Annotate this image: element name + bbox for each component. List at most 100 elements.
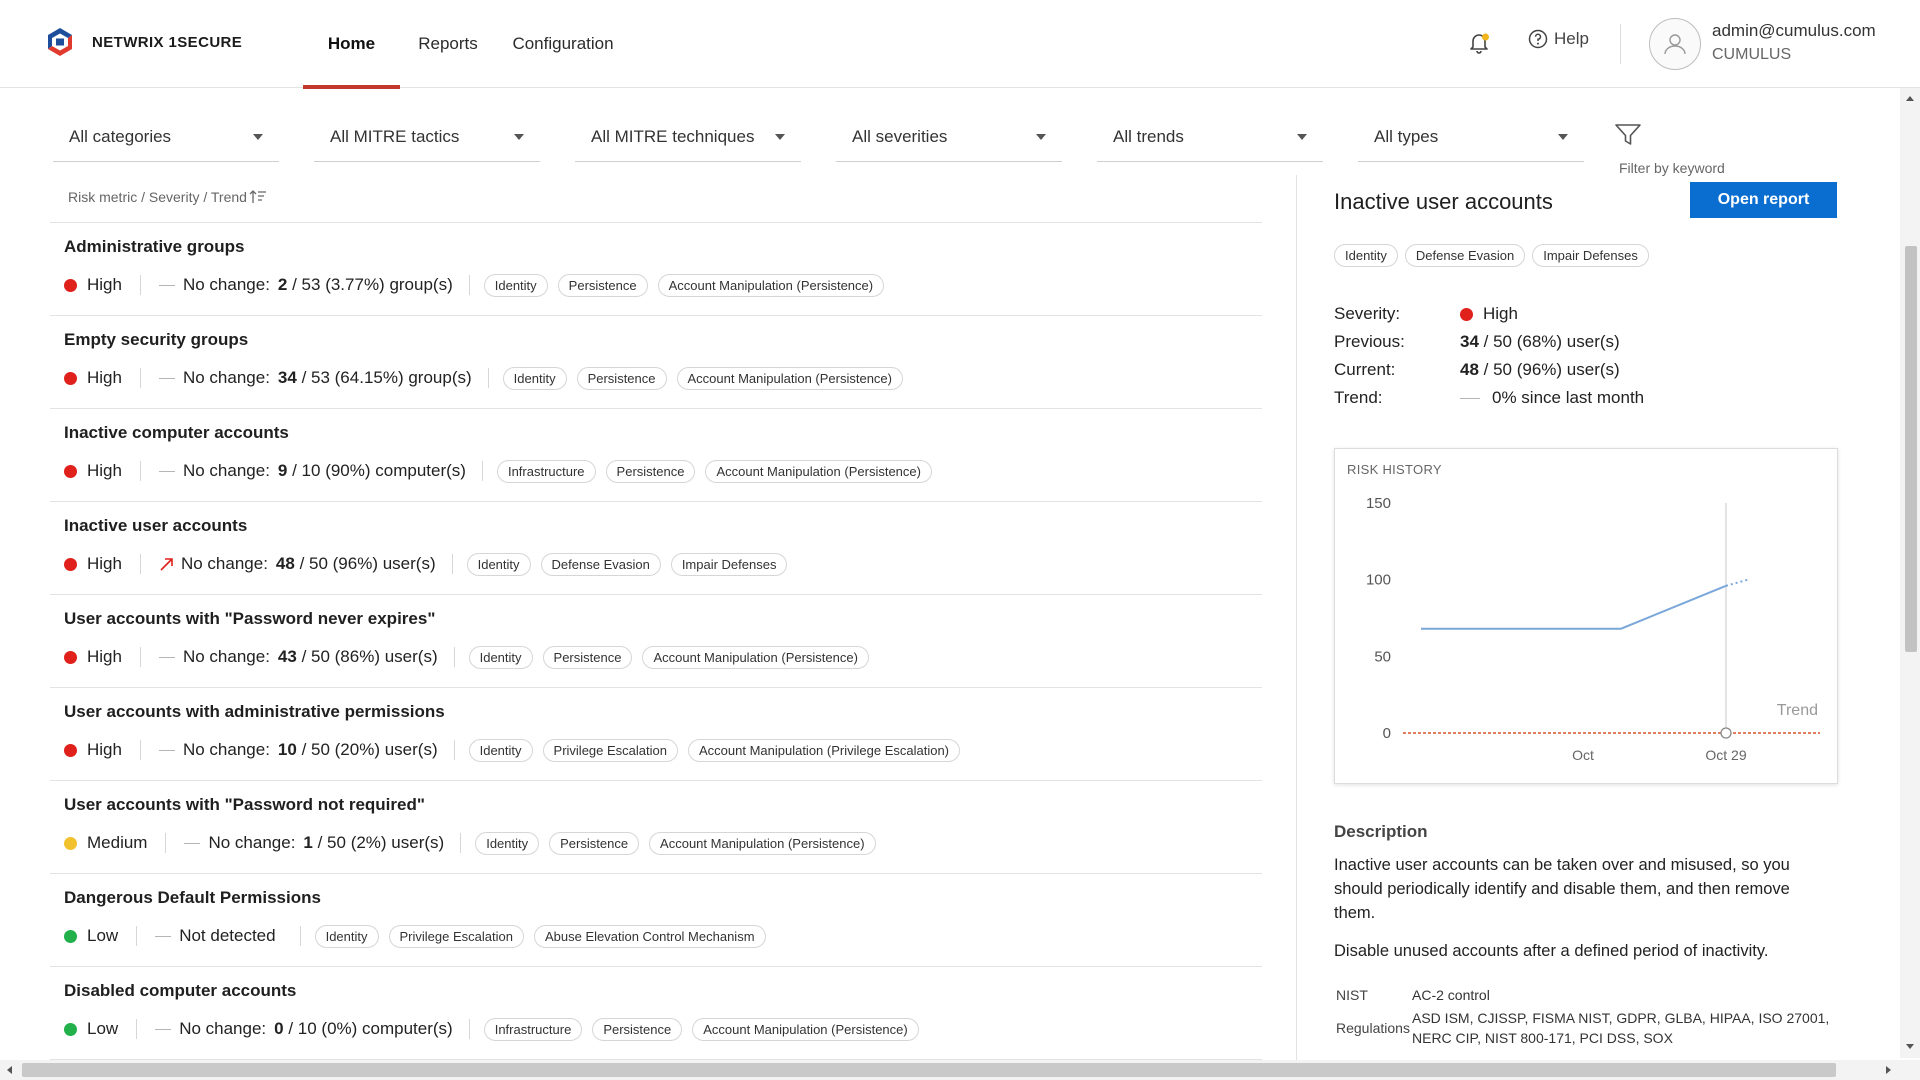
category-tag: Identity [483, 273, 548, 297]
metric-detail: / 10 (0%) computer(s) [283, 1019, 453, 1038]
previous-rest: / 50 (68%) user(s) [1478, 332, 1620, 351]
risk-row[interactable]: Dangerous Default Permissions Low Not dete… [50, 874, 1262, 967]
trend-flat-icon [158, 284, 175, 286]
separator [139, 554, 141, 574]
risk-trend-projection [1725, 578, 1749, 587]
header-divider [1620, 24, 1621, 64]
filter-mitre-tactics-value: All MITRE tactics [330, 126, 460, 146]
trend-flat-icon [155, 935, 172, 937]
risk-row[interactable]: Inactive user accounts High No change: 48 /… [50, 502, 1262, 595]
trend-label: Not detected [179, 926, 276, 945]
brand-name: NETWRIX 1SECURE [92, 33, 243, 51]
detail-tag: Impair Defenses [1532, 244, 1649, 267]
metric-count: 1 [303, 833, 313, 852]
category-tag: Account Manipulation (Privilege Escalati… [687, 738, 960, 762]
severity-dot [64, 1022, 77, 1036]
risk-history-card: RISK HISTORY 0 50 100 150 Trend Oct Oct 29 [1334, 448, 1838, 784]
user-avatar[interactable] [1649, 18, 1701, 70]
metric-count: 9 [277, 461, 288, 480]
list-header: Risk metric / Severity / Trend [68, 189, 267, 205]
scroll-up-icon[interactable] [1906, 96, 1914, 101]
help-circle-icon [1528, 29, 1548, 49]
trend-label: No change: [182, 647, 270, 666]
filter-mitre-techniques[interactable]: All MITRE techniques [575, 112, 801, 162]
previous-value: 34 / 50 (68%) user(s) [1460, 332, 1620, 352]
filter-categories[interactable]: All categories [53, 112, 279, 162]
separator [481, 461, 483, 481]
separator [165, 833, 167, 853]
risk-row[interactable]: User accounts with administrative permis… [50, 688, 1262, 781]
tab-reports-label: Reports [418, 34, 478, 53]
risk-row-title: Inactive computer accounts [64, 423, 289, 442]
chevron-down-icon [253, 134, 263, 140]
risk-row[interactable]: Administrative groups High No change: 2 / 5… [50, 223, 1262, 316]
trend-label: No change: [180, 554, 268, 573]
tab-home-label: Home [327, 34, 376, 53]
user-avatar-icon [1664, 34, 1686, 55]
bell-icon [1470, 33, 1489, 54]
severity-dot [1460, 307, 1473, 321]
category-tag: Defense Evasion [540, 552, 661, 576]
horizontal-scrollbar[interactable] [0, 1060, 1920, 1080]
open-report-button[interactable]: Open report [1690, 182, 1837, 218]
category-tag: Account Manipulation (Persistence) [642, 645, 869, 669]
category-tag: Identity [466, 552, 531, 576]
horizontal-scroll-thumb[interactable] [22, 1063, 1836, 1077]
trend-label: No change: [208, 833, 296, 852]
filter-by-keyword-label[interactable]: Filter by keyword [1619, 160, 1725, 176]
filter-severities[interactable]: All severities [836, 112, 1062, 162]
filter-trends[interactable]: All trends [1097, 112, 1323, 162]
risk-row-details: High No change: 10 / 50 (20%) user(s) Ident… [64, 738, 970, 762]
user-email[interactable]: admin@cumulus.com [1712, 21, 1876, 41]
risk-row-details: High No change: 9 / 10 (90%) computer(s) In… [64, 459, 942, 483]
sort-icon[interactable] [249, 189, 267, 205]
help-button[interactable]: Help [1528, 29, 1589, 49]
separator [453, 740, 455, 760]
metric-count: 10 [277, 740, 297, 759]
filter-types[interactable]: All types [1358, 112, 1584, 162]
risk-row-title: Dangerous Default Permissions [64, 888, 321, 907]
keyword-filter-button[interactable] [1614, 122, 1642, 153]
severity-dot [64, 278, 77, 292]
risk-row[interactable]: Inactive computer accounts High No change:… [50, 409, 1262, 502]
previous-count: 34 [1460, 332, 1479, 351]
scroll-left-icon[interactable] [7, 1066, 12, 1074]
risk-row-title: Disabled computer accounts [64, 981, 297, 1000]
category-tag: Persistence [592, 1017, 683, 1041]
scroll-right-icon[interactable] [1886, 1066, 1891, 1074]
user-organization: CUMULUS [1712, 46, 1792, 63]
severity-label: Severity: [1334, 304, 1401, 323]
risk-row[interactable]: User accounts with "Password not require… [50, 781, 1262, 874]
scroll-down-icon[interactable] [1906, 1044, 1914, 1049]
category-tag: Identity [502, 366, 567, 390]
description-text: Inactive user accounts can be taken over… [1334, 856, 1790, 922]
vertical-scroll-thumb[interactable] [1905, 246, 1917, 652]
risk-row-title: Administrative groups [64, 237, 245, 256]
category-tag: Identity [468, 645, 533, 669]
risk-row-details: High No change: 2 / 53 (3.77%) group(s) Ide… [64, 273, 894, 297]
previous-label: Previous: [1334, 332, 1405, 351]
risk-row[interactable]: Disabled computer accounts Low No change: 0… [50, 967, 1262, 1060]
risk-history-chart: 0 50 100 150 Trend Oct Oct 29 [1366, 495, 1820, 763]
filter-mitre-tactics[interactable]: All MITRE tactics [314, 112, 540, 162]
panel-divider [1296, 175, 1297, 1060]
vertical-scrollbar[interactable] [1900, 88, 1920, 1058]
trend-label: Trend: [1334, 388, 1383, 407]
regulations-value: ASD ISM, CJISSP, FISMA NIST, GDPR, GLBA,… [1412, 1010, 1830, 1046]
tab-home[interactable]: Home [303, 0, 400, 89]
severity-text: High [1483, 304, 1518, 323]
help-label: Help [1554, 29, 1589, 48]
separator [136, 1019, 138, 1039]
risk-row[interactable]: User accounts with "Password never expir… [50, 595, 1262, 688]
risk-row[interactable]: Empty security groups High No change: 34 / … [50, 316, 1262, 409]
tab-reports[interactable]: Reports [408, 0, 488, 88]
current-point-marker [1720, 727, 1732, 739]
tab-configuration[interactable]: Configuration [506, 0, 620, 88]
notifications-button[interactable] [1466, 30, 1492, 61]
category-tag: Privilege Escalation [542, 738, 678, 762]
brand-logo[interactable]: NETWRIX 1SECURE [44, 26, 242, 58]
metric-detail: / 50 (20%) user(s) [296, 740, 438, 759]
severity-dot [64, 836, 77, 850]
trend-label: No change: [182, 740, 270, 759]
category-tag: Identity [468, 738, 533, 762]
